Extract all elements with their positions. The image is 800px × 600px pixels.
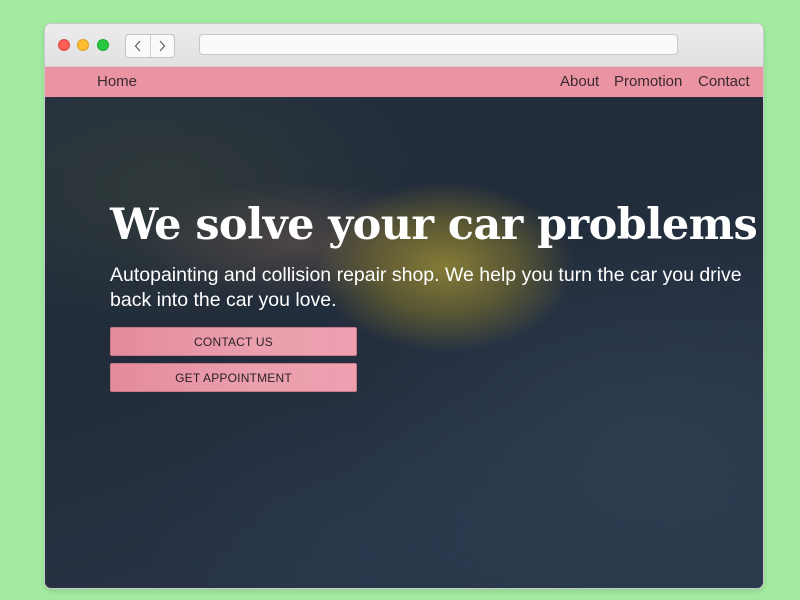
nav-link-about[interactable]: About bbox=[560, 73, 599, 90]
maximize-window-button[interactable] bbox=[97, 39, 109, 51]
get-appointment-button[interactable]: GET APPOINTMENT bbox=[110, 363, 357, 393]
chevron-left-icon bbox=[134, 40, 141, 52]
page-viewport: Home About Promotion Contact We solve yo… bbox=[45, 67, 763, 588]
browser-titlebar bbox=[45, 24, 763, 67]
site-navbar: Home About Promotion Contact bbox=[45, 67, 763, 97]
browser-window: Home About Promotion Contact We solve yo… bbox=[44, 23, 764, 589]
nav-link-home[interactable]: Home bbox=[97, 73, 137, 90]
hero-headline: We solve your car problems bbox=[110, 200, 758, 250]
nav-link-contact[interactable]: Contact bbox=[698, 73, 750, 90]
hero-subheadline: Autopainting and collision repair shop. … bbox=[110, 264, 742, 312]
forward-button[interactable] bbox=[149, 35, 175, 57]
close-window-button[interactable] bbox=[58, 39, 70, 51]
address-bar[interactable] bbox=[199, 34, 678, 55]
nav-link-promotion[interactable]: Promotion bbox=[614, 73, 682, 90]
contact-us-button[interactable]: CONTACT US bbox=[110, 327, 357, 357]
hero-content: We solve your car problems Autopainting … bbox=[110, 200, 758, 393]
history-buttons bbox=[125, 34, 175, 58]
back-button[interactable] bbox=[126, 35, 150, 57]
minimize-window-button[interactable] bbox=[77, 39, 89, 51]
chevron-right-icon bbox=[159, 40, 166, 52]
